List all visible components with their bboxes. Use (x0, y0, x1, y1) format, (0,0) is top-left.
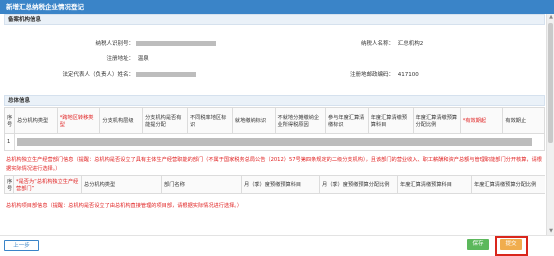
basic-info-grid: 纳税人识别号： 纳税人名称： 汇总机构2 注册地址： 温泉 法定代表人（负责人）… (4, 25, 545, 95)
legal-rep-label: 法定代表人（负责人）姓名： (62, 72, 134, 78)
col-transfer-type-text: *跨地区转移类型 (59, 114, 94, 128)
summary-table: 序号 总分机构类型 *跨地区转移类型 分支机构层级 分支机构是否有能提分配 不同… (4, 107, 545, 151)
col-annual-ratio: 年度汇算清缴预算分配比例 (412, 107, 461, 134)
branch-col-dept-name: 部门名称 (161, 175, 242, 194)
taxpayer-name-label: 纳税人名称： (360, 41, 394, 47)
col-share: 分支机构是否有能提分配 (142, 107, 188, 134)
branch-notice: 总机构独立生产经营部门信息（提醒：总机构是否设立了具有主体生产经营职能的部门（不… (6, 157, 542, 172)
col-reason: 不就地分摊缴纳企业所得税原因 (274, 107, 327, 134)
scroll-up-icon[interactable]: ▲ (548, 14, 554, 21)
reg-address-field: 注册地址： 温泉 (4, 54, 149, 64)
reg-address-label: 注册地址： (106, 56, 134, 62)
row-content-redacted (14, 133, 545, 151)
branch-col-type: 总分机构类型 (81, 175, 162, 194)
scroll-thumb[interactable] (548, 23, 553, 143)
branch-col-annual-ratio: 年度汇算清缴预算分配比例 (471, 175, 545, 194)
taxpayer-name-field: 纳税人名称： 汇总机构2 (294, 39, 423, 49)
branch-col-monthly-ratio: 月（季）度预缴预算分配比例 (319, 175, 398, 194)
postcode-label: 注册地邮政编码： (349, 72, 394, 78)
basic-info-header: 备案机构信息 (4, 14, 545, 25)
branch-col-is-dept-text: *是否为“总机构独立生产经营部门” (16, 178, 79, 192)
branch-col-is-dept: *是否为“总机构独立生产经营部门” (13, 175, 82, 194)
summary-header-row: 序号 总分机构类型 *跨地区转移类型 分支机构层级 分支机构是否有能提分配 不同… (4, 107, 545, 134)
row-index: 1 (4, 133, 16, 151)
scroll-down-icon[interactable]: ▼ (548, 228, 554, 235)
col-valid-to: 有效期止 (502, 107, 545, 134)
window-title: 新增汇总纳税企业情况登记 (0, 0, 554, 14)
col-rate-flag: 不同税率地区标识 (186, 107, 233, 134)
col-annual-flag: 参与年度汇算清缴标识 (325, 107, 369, 134)
postcode-value: 417100 (397, 72, 419, 78)
prev-step-button[interactable]: 上一步 (4, 240, 39, 251)
col-level: 分支机构层级 (99, 107, 144, 134)
form-content: 备案机构信息 纳税人识别号： 纳税人名称： 汇总机构2 注册地址： 温泉 法定代… (4, 14, 545, 235)
postcode-field: 注册地邮政编码： 417100 (294, 70, 419, 80)
save-button[interactable]: 保存 (467, 239, 489, 250)
row-redacted-bar (17, 138, 533, 146)
col-valid-from-text: *有效期起 (462, 118, 487, 124)
branch-col-monthly-budget: 月（季）度预缴预算科目 (241, 175, 320, 194)
taxpayer-name-value: 汇总机构2 (397, 41, 424, 47)
branch-col-index: 序号 (4, 175, 14, 194)
taxpayer-id-value-redacted (135, 41, 216, 46)
legal-rep-field: 法定代表人（负责人）姓名： (4, 70, 196, 80)
taxpayer-id-label: 纳税人识别号： (95, 41, 134, 47)
branch-col-annual-budget: 年度汇算清缴预算科目 (397, 175, 472, 194)
project-notice: 总机构项目部信息（提醒：总机构是否设立了由总机构直接管理的项目部，请根据实际情况… (6, 203, 243, 209)
vertical-scrollbar[interactable]: ▲ ▼ (546, 14, 554, 235)
branch-header-row: 序号 *是否为“总机构独立生产经营部门” 总分机构类型 部门名称 月（季）度预缴… (4, 175, 545, 194)
col-annual-budget: 年度汇算清缴预算科目 (367, 107, 414, 134)
col-valid-from: *有效期起 (459, 107, 504, 134)
col-index: 序号 (4, 107, 16, 134)
footer-bar: 上一步 保存 提交 (0, 235, 554, 256)
col-transfer-type: *跨地区转移类型 (56, 107, 101, 134)
summary-header: 总体信息 (4, 95, 545, 106)
table-row[interactable]: 1 (4, 133, 545, 151)
submit-button[interactable]: 提交 (500, 239, 522, 250)
col-type: 总分机构类型 (14, 107, 58, 134)
legal-rep-value-redacted (135, 72, 196, 77)
col-local-flag: 就地缴纳标识 (231, 107, 276, 134)
taxpayer-id-field: 纳税人识别号： (4, 39, 216, 49)
reg-address-value: 温泉 (137, 56, 149, 62)
branch-table: 序号 *是否为“总机构独立生产经营部门” 总分机构类型 部门名称 月（季）度预缴… (4, 175, 545, 194)
